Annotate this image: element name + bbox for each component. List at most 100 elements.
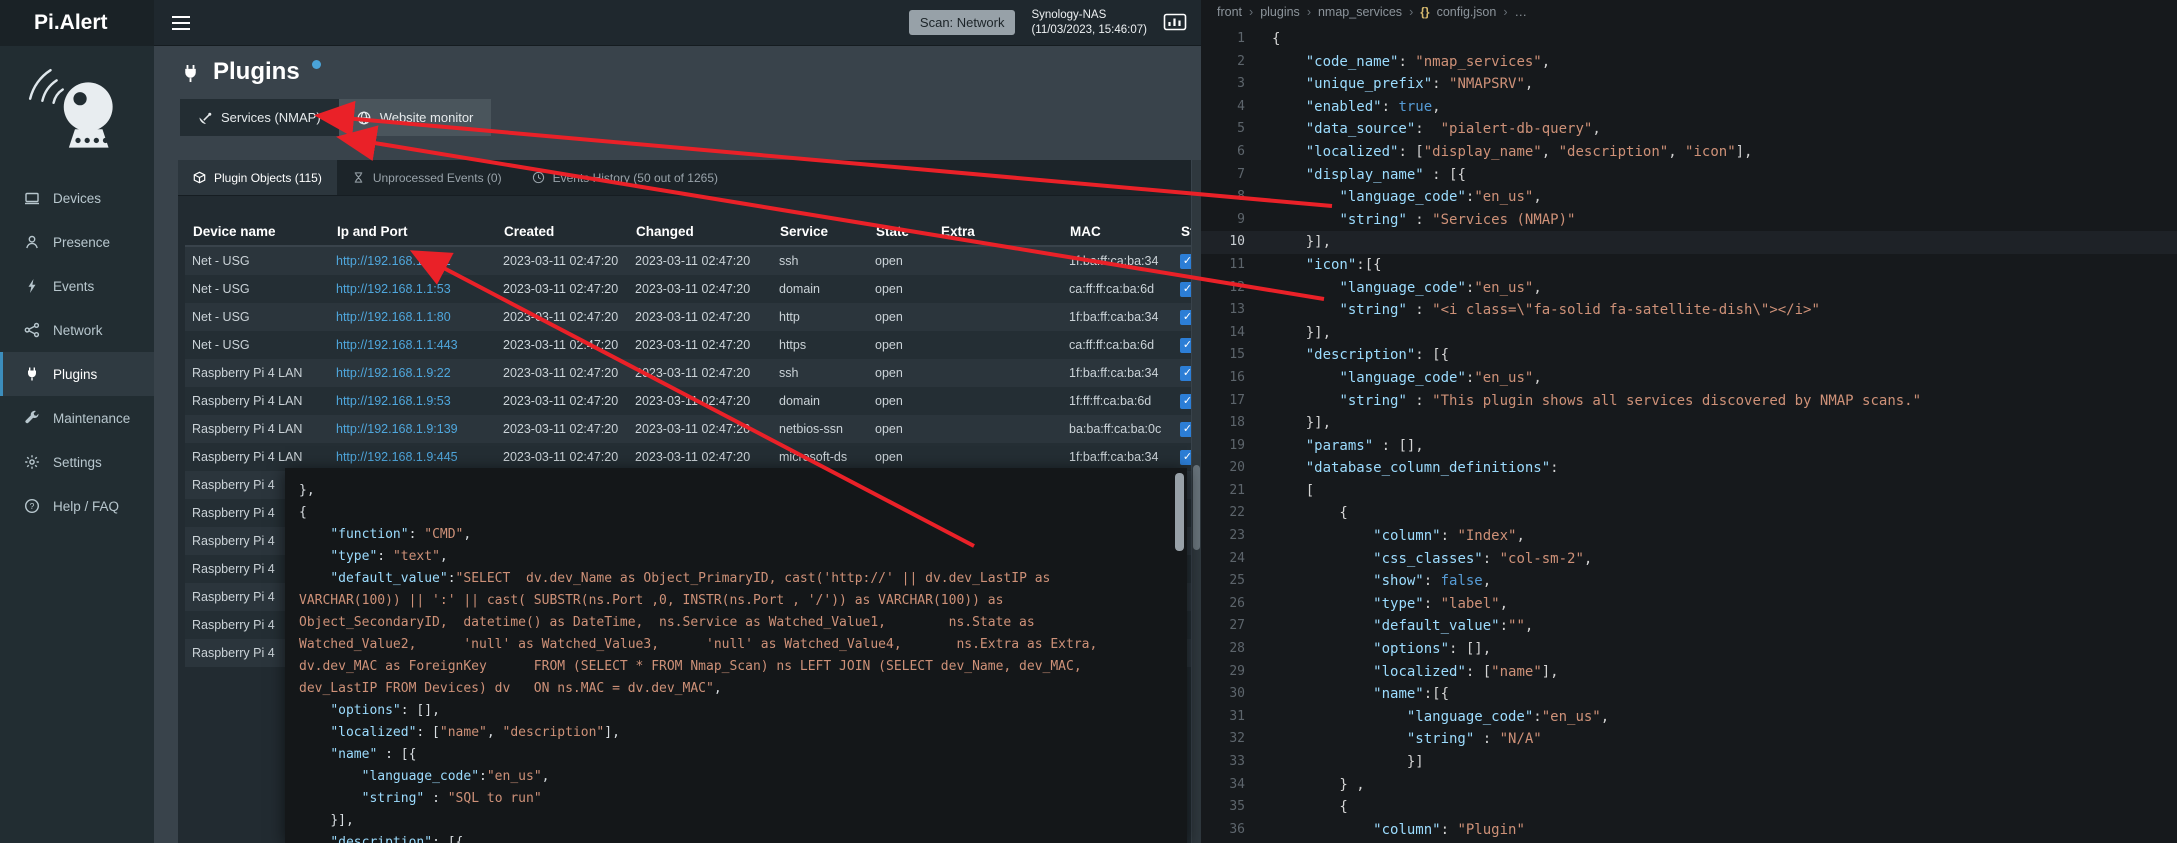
tab-website-monitor[interactable]: Website monitor xyxy=(339,99,492,136)
code-line[interactable]: 18 }], xyxy=(1201,412,2177,435)
column-header[interactable]: MAC xyxy=(1062,224,1173,239)
code-line[interactable]: 31 "language_code":"en_us", xyxy=(1201,706,2177,729)
code-line[interactable]: 25 "show": false, xyxy=(1201,570,2177,593)
code-line[interactable]: 26 "type": "label", xyxy=(1201,593,2177,616)
ip-port-link[interactable]: http://192.168.1.9:139 xyxy=(329,422,496,436)
status-checkbox[interactable]: ✓ xyxy=(1180,422,1191,437)
status-checkbox[interactable]: ✓ xyxy=(1180,366,1191,381)
breadcrumb-item[interactable]: plugins xyxy=(1260,5,1300,19)
code-line[interactable]: 14 }], xyxy=(1201,322,2177,345)
breadcrumb-item[interactable]: nmap_services xyxy=(1318,5,1402,19)
overlay-code-line: { xyxy=(299,502,1159,524)
line-number: 2 xyxy=(1201,51,1245,74)
status-checkbox[interactable]: ✓ xyxy=(1180,282,1191,297)
ip-port-link[interactable]: http://192.168.1.1:80 xyxy=(329,310,496,324)
code-token: "NMAPSRV" xyxy=(1449,76,1525,92)
code-line[interactable]: 7 "display_name" : [{ xyxy=(1201,164,2177,187)
code-line[interactable]: 22 { xyxy=(1201,502,2177,525)
code-line[interactable]: 17 "string" : "This plugin shows all ser… xyxy=(1201,390,2177,413)
status-cell: ✓ xyxy=(1173,394,1191,409)
sidebar-item-plugins[interactable]: Plugins xyxy=(0,352,154,396)
column-header[interactable]: Status xyxy=(1173,224,1191,239)
column-header[interactable]: Extra xyxy=(933,224,1062,239)
code-line[interactable]: 5 "data_source": "pialert-db-query", xyxy=(1201,118,2177,141)
code-line[interactable]: 1{ xyxy=(1201,28,2177,51)
subtab-unprocessed-events[interactable]: Unprocessed Events (0) xyxy=(337,160,517,195)
code-line[interactable]: 28 "options": [], xyxy=(1201,638,2177,661)
overlay-scrollbar[interactable] xyxy=(1175,471,1184,840)
scrollbar-thumb[interactable] xyxy=(1193,465,1200,550)
sidebar-toggle-button[interactable] xyxy=(172,16,190,30)
code-line[interactable]: 2 "code_name": "nmap_services", xyxy=(1201,51,2177,74)
status-checkbox[interactable]: ✓ xyxy=(1180,394,1191,409)
code-line[interactable]: 8 "language_code":"en_us", xyxy=(1201,186,2177,209)
code-line[interactable]: 36 "column": "Plugin" xyxy=(1201,819,2177,842)
code-line[interactable]: 16 "language_code":"en_us", xyxy=(1201,367,2177,390)
sidebar-item-maintenance[interactable]: Maintenance xyxy=(0,396,154,440)
code-line[interactable]: 23 "column": "Index", xyxy=(1201,525,2177,548)
column-header[interactable]: Device name xyxy=(185,224,329,239)
code-line[interactable]: 11 "icon":[{ xyxy=(1201,254,2177,277)
sidebar-item-help[interactable]: ? Help / FAQ xyxy=(0,484,154,528)
maintenance-icon xyxy=(24,410,40,426)
mac-cell: ca:ff:ff:ca:ba:6d xyxy=(1062,338,1173,352)
code-line[interactable]: 6 "localized": ["display_name", "descrip… xyxy=(1201,141,2177,164)
code-line[interactable]: 4 "enabled": true, xyxy=(1201,96,2177,119)
code-line[interactable]: 15 "description": [{ xyxy=(1201,344,2177,367)
app-scrollbar[interactable] xyxy=(1192,160,1201,843)
status-checkbox[interactable]: ✓ xyxy=(1180,450,1191,465)
ip-port-link[interactable]: http://192.168.1.9:445 xyxy=(329,450,496,464)
ip-port-link[interactable]: http://192.168.1.1:443 xyxy=(329,338,496,352)
code-line[interactable]: 24 "css_classes": "col-sm-2", xyxy=(1201,548,2177,571)
code-line[interactable]: 32 "string" : "N/A" xyxy=(1201,728,2177,751)
code-line[interactable]: 33 }] xyxy=(1201,751,2177,774)
code-line[interactable]: 9 "string" : "Services (NMAP)" xyxy=(1201,209,2177,232)
tab-services-nmap[interactable]: Services (NMAP) xyxy=(180,99,339,136)
status-checkbox[interactable]: ✓ xyxy=(1180,310,1191,325)
scrollbar-thumb[interactable] xyxy=(1175,473,1184,551)
sidebar-item-network[interactable]: Network xyxy=(0,308,154,352)
code-line[interactable]: 35 { xyxy=(1201,796,2177,819)
network-scan-icon[interactable] xyxy=(1163,11,1187,34)
code-line[interactable]: 29 "localized": ["name"], xyxy=(1201,661,2177,684)
status-checkbox[interactable]: ✓ xyxy=(1180,338,1191,353)
code-line[interactable]: 30 "name":[{ xyxy=(1201,683,2177,706)
brand-logo[interactable]: Pi.Alert xyxy=(0,0,154,46)
sidebar-item-presence[interactable]: Presence xyxy=(0,220,154,264)
table-row: Net - USGhttp://192.168.1.1:802023-03-11… xyxy=(185,303,1191,331)
code-line[interactable]: 19 "params" : [], xyxy=(1201,435,2177,458)
code-line[interactable]: 27 "default_value":"", xyxy=(1201,615,2177,638)
ip-port-link[interactable]: http://192.168.1.1:22 xyxy=(329,254,496,268)
line-number: 28 xyxy=(1201,638,1245,661)
column-header[interactable]: Ip and Port xyxy=(329,224,496,239)
code-line[interactable]: 13 "string" : "<i class=\"fa-solid fa-sa… xyxy=(1201,299,2177,322)
line-number: 11 xyxy=(1201,254,1245,277)
sidebar-item-events[interactable]: Events xyxy=(0,264,154,308)
code-line[interactable]: 21 [ xyxy=(1201,480,2177,503)
column-header[interactable]: State xyxy=(868,224,933,239)
code-token: "unique_prefix" xyxy=(1306,76,1432,92)
status-checkbox[interactable]: ✓ xyxy=(1180,254,1191,269)
sidebar-item-devices[interactable]: Devices xyxy=(0,176,154,220)
code-line[interactable]: 20 "database_column_definitions": xyxy=(1201,457,2177,480)
ip-port-link[interactable]: http://192.168.1.1:53 xyxy=(329,282,496,296)
help-icon: ? xyxy=(24,498,40,514)
code-line[interactable]: 3 "unique_prefix": "NMAPSRV", xyxy=(1201,73,2177,96)
breadcrumb-item[interactable]: … xyxy=(1515,5,1528,19)
column-header[interactable]: Service xyxy=(772,224,868,239)
breadcrumb-item[interactable]: config.json xyxy=(1437,5,1497,19)
column-header[interactable]: Changed xyxy=(628,224,772,239)
info-dot[interactable] xyxy=(312,60,321,69)
ip-port-link[interactable]: http://192.168.1.9:53 xyxy=(329,394,496,408)
ip-port-link[interactable]: http://192.168.1.9:22 xyxy=(329,366,496,380)
subtab-plugin-objects[interactable]: Plugin Objects (115) xyxy=(178,160,337,195)
code-line[interactable]: 10 }], xyxy=(1201,231,2177,254)
code-line[interactable]: 34 } , xyxy=(1201,774,2177,797)
breadcrumb-item[interactable]: front xyxy=(1217,5,1242,19)
sidebar: Devices Presence Events Network Plugins xyxy=(0,46,154,843)
line-number: 35 xyxy=(1201,796,1245,819)
code-line[interactable]: 12 "language_code":"en_us", xyxy=(1201,277,2177,300)
subtab-events-history[interactable]: Events History (50 out of 1265) xyxy=(517,160,733,195)
sidebar-item-settings[interactable]: Settings xyxy=(0,440,154,484)
column-header[interactable]: Created xyxy=(496,224,628,239)
